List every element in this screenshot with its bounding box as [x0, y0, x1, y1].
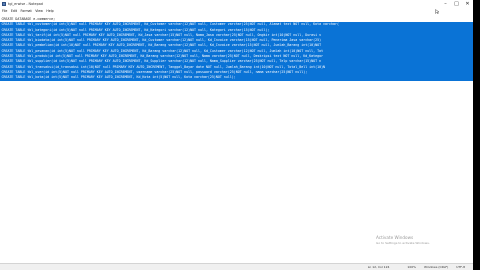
- cursor-position: Ln 12, Col 124: [367, 265, 390, 269]
- watermark-subtitle: Go to Settings to activate Windows.: [376, 240, 430, 245]
- menu-format[interactable]: Format: [21, 9, 32, 13]
- window-controls: – □ ✕: [440, 0, 473, 8]
- activate-windows-watermark: Activate Windows Go to Settings to activ…: [376, 235, 430, 245]
- close-icon[interactable]: ✕: [462, 0, 473, 8]
- editor-line: CREATE TABLE tbl_kota(id int(5)NOT null …: [0, 75, 473, 81]
- menu-bar: File Edit Format View Help: [0, 8, 473, 14]
- encoding: UTF-8: [456, 265, 465, 269]
- menu-file[interactable]: File: [2, 9, 7, 13]
- line-ending: Windows (CRLF): [423, 265, 449, 269]
- text-editor[interactable]: CREATE DATABASE e-commerce; CREATE TABLE…: [0, 17, 473, 263]
- menu-help[interactable]: Help: [46, 9, 53, 13]
- title-bar[interactable]: tgl_erwise - Notepad – □ ✕: [0, 0, 473, 8]
- mouse-pointer-icon: [435, 9, 440, 14]
- menu-view[interactable]: View: [35, 9, 43, 13]
- notepad-app-icon: [2, 2, 6, 6]
- status-bar: Ln 12, Col 124 100% Windows (CRLF) UTF-8: [0, 263, 473, 270]
- minimize-icon[interactable]: –: [440, 0, 451, 8]
- zoom-level: 100%: [407, 265, 416, 269]
- menu-edit[interactable]: Edit: [11, 9, 17, 13]
- window-title: tgl_erwise - Notepad: [8, 2, 43, 6]
- maximize-icon[interactable]: □: [451, 0, 462, 8]
- screen: tgl_erwise - Notepad – □ ✕ File Edit For…: [0, 0, 480, 270]
- notepad-window: tgl_erwise - Notepad – □ ✕ File Edit For…: [0, 0, 473, 270]
